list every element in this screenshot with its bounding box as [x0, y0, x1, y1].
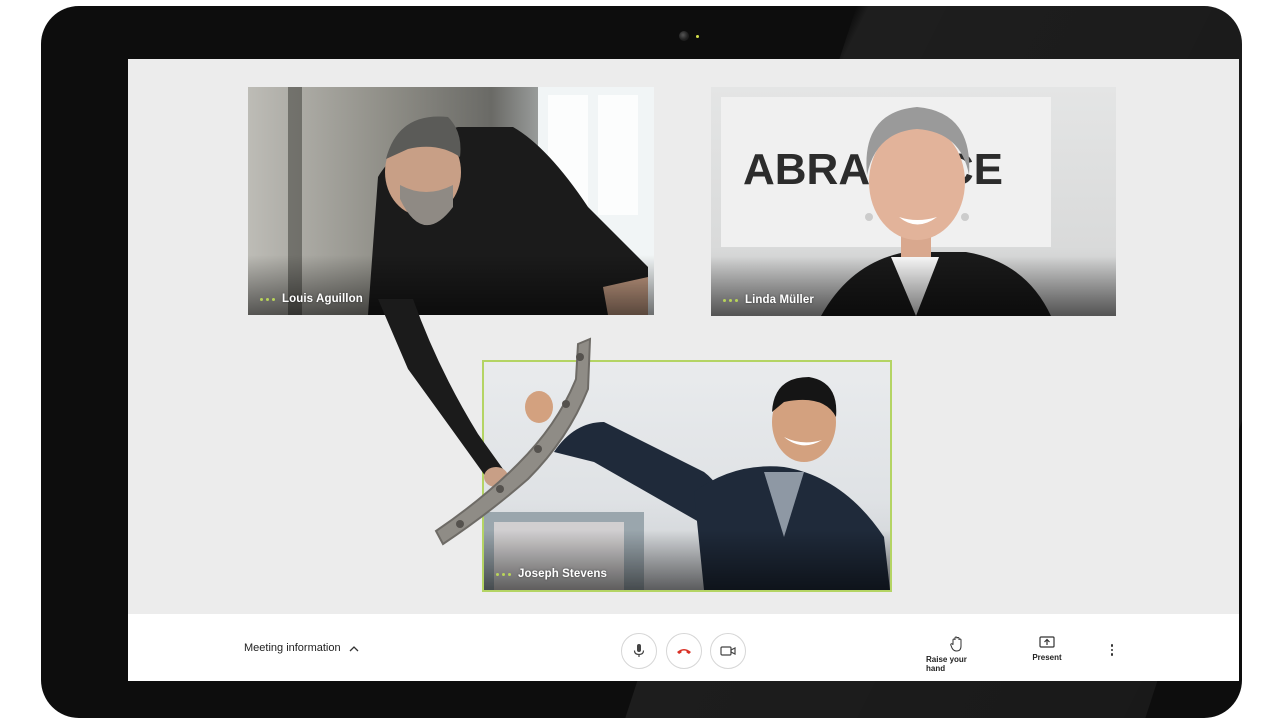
meeting-screen: Louis Aguillon ABRA ICE Linda Müller Jos…: [128, 59, 1239, 681]
camera-button[interactable]: [710, 633, 746, 669]
status-dots-icon: [723, 298, 738, 302]
camera-led: [696, 35, 699, 38]
end-call-button[interactable]: [666, 633, 702, 669]
participant-name: Linda Müller: [745, 294, 814, 306]
status-dots-icon: [496, 572, 511, 576]
video-tile-linda-muller[interactable]: ABRA ICE Linda Müller: [711, 87, 1116, 316]
reaching-arm-illustration: [378, 299, 592, 546]
participant-name: Louis Aguillon: [282, 293, 363, 305]
tablet-frame: Louis Aguillon ABRA ICE Linda Müller Jos…: [41, 6, 1242, 718]
raise-hand-label: Raise your hand: [926, 655, 967, 673]
meeting-info-button[interactable]: Meeting information: [244, 642, 359, 654]
name-row: Linda Müller: [723, 294, 814, 306]
name-row: Louis Aguillon: [260, 293, 363, 305]
microphone-icon: [633, 644, 645, 657]
hand-icon: [950, 636, 962, 652]
video-tile-louis-aguillon[interactable]: Louis Aguillon: [248, 87, 654, 315]
name-shade: [711, 256, 1116, 316]
front-camera: [679, 31, 689, 41]
phone-hangup-icon: [677, 649, 691, 654]
name-row: Joseph Stevens: [496, 568, 607, 580]
participant-name: Joseph Stevens: [518, 568, 607, 580]
present-screen-icon: [1039, 636, 1055, 648]
raise-hand-button[interactable]: Raise your hand: [926, 636, 988, 673]
status-dots-icon: [260, 297, 275, 301]
more-vertical-icon[interactable]: [1107, 644, 1117, 658]
present-label: Present: [1032, 653, 1062, 662]
meeting-info-label: Meeting information: [244, 642, 341, 654]
video-camera-icon: [720, 646, 736, 656]
mic-button[interactable]: [621, 633, 657, 669]
chevron-up-icon: [349, 645, 359, 651]
present-button[interactable]: Present: [1025, 636, 1069, 662]
call-toolbar: Meeting information Raise your hand Pres…: [128, 614, 1239, 681]
